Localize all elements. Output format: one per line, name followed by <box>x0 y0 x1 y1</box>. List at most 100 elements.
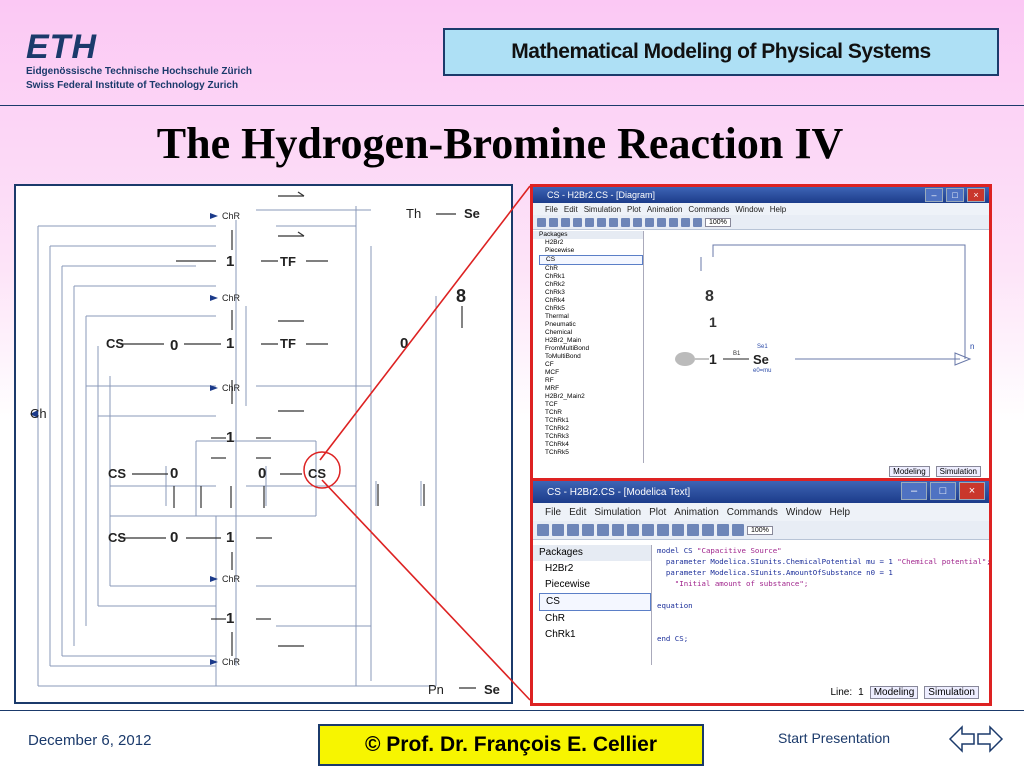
tree-item[interactable]: Pneumatic <box>539 321 643 329</box>
tree-item[interactable]: ChR <box>539 265 643 273</box>
tab-modeling[interactable]: Modeling <box>889 466 930 477</box>
tree-item[interactable]: H2Br2_Main <box>539 337 643 345</box>
tree-item[interactable]: MRF <box>539 385 643 393</box>
close-button[interactable]: × <box>967 188 985 202</box>
tree-item[interactable]: ChRk3 <box>539 289 643 297</box>
menu-window[interactable]: Window <box>735 205 763 214</box>
code-line-3: parameter Modelica.SIunits.AmountOfSubst… <box>657 568 893 577</box>
grid-icon[interactable] <box>657 217 666 227</box>
window-diagram-statusbar: Modeling Simulation <box>889 466 981 477</box>
tree-item[interactable]: TChRk3 <box>539 433 643 441</box>
tree-item[interactable]: ChR <box>539 611 651 627</box>
menu-window[interactable]: Window <box>786 507 822 518</box>
save-icon[interactable] <box>549 217 558 227</box>
tree-item[interactable]: TChRk1 <box>539 417 643 425</box>
menu-commands[interactable]: Commands <box>688 205 729 214</box>
menu-plot[interactable]: Plot <box>627 205 641 214</box>
tree-item[interactable]: Chemical <box>539 329 643 337</box>
search-icon[interactable] <box>567 524 579 536</box>
help-icon[interactable] <box>585 217 594 227</box>
tree-item[interactable]: TChRk5 <box>539 449 643 457</box>
line-tool-icon[interactable] <box>612 524 624 536</box>
zoom-select[interactable]: 100% <box>747 525 773 535</box>
menu-file[interactable]: File <box>545 205 558 214</box>
tree-item[interactable]: TChR <box>539 409 643 417</box>
diagram-icon[interactable] <box>732 524 744 536</box>
window-diagram-view: CS - H2Br2.CS - [Diagram] – □ × File Edi… <box>530 184 992 482</box>
tree-item[interactable]: Thermal <box>539 313 643 321</box>
tree-item[interactable]: H2Br2 <box>539 239 643 247</box>
tree-item[interactable]: Piecewise <box>539 577 651 593</box>
search-icon[interactable] <box>561 217 570 227</box>
maximize-button[interactable]: □ <box>930 482 956 500</box>
check-icon[interactable] <box>702 524 714 536</box>
tree-item[interactable]: FromMultiBond <box>539 345 643 353</box>
menu-commands[interactable]: Commands <box>727 507 778 518</box>
tree-item[interactable]: CF <box>539 361 643 369</box>
menu-file[interactable]: File <box>545 507 561 518</box>
tree-item[interactable]: ChRk1 <box>539 627 651 643</box>
close-button[interactable]: × <box>959 482 985 500</box>
menu-edit[interactable]: Edit <box>564 205 578 214</box>
text-tool-icon[interactable] <box>633 217 642 227</box>
open-icon[interactable] <box>537 524 549 536</box>
color-icon[interactable] <box>672 524 684 536</box>
tree-item[interactable]: MCF <box>539 369 643 377</box>
rect-tool-icon[interactable] <box>609 217 618 227</box>
print-icon[interactable] <box>582 524 594 536</box>
status-line-value: 1 <box>858 687 864 698</box>
tree-item[interactable]: Piecewise <box>539 247 643 255</box>
zoom-select[interactable]: 100% <box>705 217 731 227</box>
window-diagram-title: CS - H2Br2.CS - [Diagram] <box>547 190 656 200</box>
menu-animation[interactable]: Animation <box>674 507 718 518</box>
print-icon[interactable] <box>573 217 582 227</box>
tree-item[interactable]: ChRk5 <box>539 305 643 313</box>
tree-item[interactable]: ToMultiBond <box>539 353 643 361</box>
check-icon[interactable] <box>669 217 678 227</box>
text-tool-icon[interactable] <box>657 524 669 536</box>
simulate-icon[interactable] <box>717 524 729 536</box>
menu-help[interactable]: Help <box>770 205 786 214</box>
diagram-icon[interactable] <box>693 217 702 227</box>
nav-arrows-icon[interactable] <box>948 722 1004 756</box>
package-browser: Packages H2Br2 Piecewise CS ChR ChRk1 <box>533 545 652 665</box>
tree-item[interactable]: ChRk2 <box>539 281 643 289</box>
minimize-button[interactable]: – <box>925 188 943 202</box>
start-presentation-link[interactable]: Start Presentation <box>778 730 890 746</box>
tab-simulation[interactable]: Simulation <box>924 686 979 699</box>
modelica-code-editor[interactable]: model CS "Capacitive Source" parameter M… <box>657 545 991 644</box>
ellipse-tool-icon[interactable] <box>621 217 630 227</box>
tree-item[interactable]: RF <box>539 377 643 385</box>
menu-simulation[interactable]: Simulation <box>584 205 621 214</box>
tree-item[interactable]: ChRk4 <box>539 297 643 305</box>
minimize-button[interactable]: – <box>901 482 927 500</box>
tree-item[interactable]: ChRk1 <box>539 273 643 281</box>
rect-tool-icon[interactable] <box>627 524 639 536</box>
tab-simulation[interactable]: Simulation <box>935 466 981 477</box>
maximize-button[interactable]: □ <box>946 188 964 202</box>
save-icon[interactable] <box>552 524 564 536</box>
tree-item[interactable]: CS <box>539 255 643 265</box>
line-tool-icon[interactable] <box>597 217 606 227</box>
color-icon[interactable] <box>645 217 654 227</box>
menu-animation[interactable]: Animation <box>647 205 683 214</box>
canvas-one: 1 <box>709 351 717 367</box>
code-line-1b: "Capacitive Source" <box>697 546 782 555</box>
help-icon[interactable] <box>597 524 609 536</box>
tree-item[interactable]: TCF <box>539 401 643 409</box>
tree-item[interactable]: H2Br2_Main2 <box>539 393 643 401</box>
simulate-icon[interactable] <box>681 217 690 227</box>
diagram-canvas[interactable]: 8 1 1 B1 Se Se1 e0=mu n <box>645 231 983 463</box>
menu-plot[interactable]: Plot <box>649 507 666 518</box>
menu-simulation[interactable]: Simulation <box>594 507 641 518</box>
tree-item[interactable]: TChRk2 <box>539 425 643 433</box>
menu-help[interactable]: Help <box>829 507 850 518</box>
tree-item[interactable]: CS <box>539 593 651 611</box>
open-icon[interactable] <box>537 217 546 227</box>
menu-edit[interactable]: Edit <box>569 507 586 518</box>
tree-item[interactable]: H2Br2 <box>539 561 651 577</box>
grid-icon[interactable] <box>687 524 699 536</box>
ellipse-tool-icon[interactable] <box>642 524 654 536</box>
tab-modeling[interactable]: Modeling <box>869 686 919 699</box>
tree-item[interactable]: TChRk4 <box>539 441 643 449</box>
